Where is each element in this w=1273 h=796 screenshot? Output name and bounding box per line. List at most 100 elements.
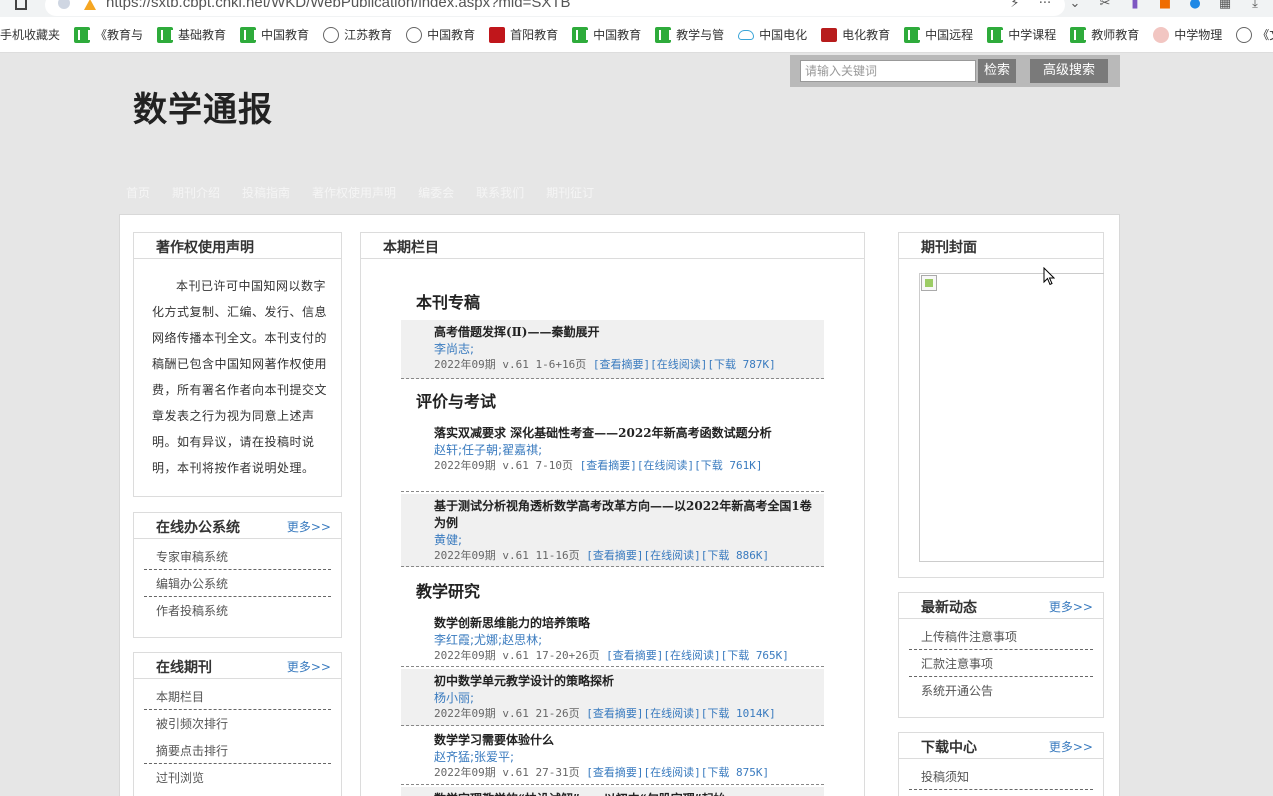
bookmark-label: 教师教育 [1091, 28, 1140, 42]
site-title: 数学通报 [133, 90, 273, 130]
cnki-favicon-icon [987, 26, 1004, 43]
cover-image[interactable] [919, 273, 1104, 562]
bookmark-label: 手机收藏夹 [0, 28, 61, 42]
cnki-favicon-icon [240, 26, 257, 43]
bookmark-item[interactable]: 教师教育 [1070, 26, 1139, 43]
article-authors[interactable]: 赵轩;任子朝;翟嘉祺; [434, 442, 824, 458]
article-title[interactable]: 初中数学单元教学设计的策略探析 [434, 669, 814, 690]
article-links[interactable]: [查看摘要][在线阅读][下载 886K] [586, 549, 769, 562]
nav-item[interactable]: 编委会 [418, 184, 454, 201]
article-title[interactable]: 落实双减要求 深化基础性考查——2022年新高考函数试题分析 [434, 421, 814, 442]
bookmark-item[interactable]: 《教育与 [74, 26, 143, 43]
panel-title: 下载中心 [921, 740, 977, 756]
article-authors[interactable]: 杨小丽; [434, 690, 824, 706]
office-link[interactable]: 作者投稿系统 [144, 597, 331, 624]
office-link[interactable]: 专家审稿系统 [144, 543, 331, 570]
article-title[interactable]: 数学定理教学的“扶设试解”——以初中“勾股定理”起始 [434, 787, 814, 796]
article-links[interactable]: [查看摘要][在线阅读][下载 787K] [593, 358, 776, 371]
news-link[interactable]: 上传稿件注意事项 [909, 623, 1093, 650]
bookmark-label: 电化教育 [842, 28, 891, 42]
journal-link[interactable]: 摘要点击排行 [144, 737, 331, 764]
bookmark-label: 中国教育 [427, 28, 476, 42]
article-title[interactable]: 基于测试分析视角透析数学高考改革方向——以2022年新高考全国1卷为例 [434, 494, 814, 532]
chrome-icon[interactable]: ● [1187, 0, 1203, 11]
article-authors[interactable]: 李红霞;尤娜;赵思林; [434, 632, 824, 648]
bookmark-item[interactable]: 首阳教育 [489, 26, 558, 43]
section-title: 教学研究 [416, 582, 481, 601]
globe-favicon-icon [1236, 26, 1253, 43]
issue-panel: 本期栏目 本刊专稿 高考借题发挥(Ⅱ)——秦勤展开 李尚志; 2022年09期 … [360, 232, 865, 796]
bookmark-label: 基础教育 [178, 28, 227, 42]
journal-link[interactable]: 被引频次排行 [144, 710, 331, 737]
cnki-favicon-icon [157, 26, 174, 43]
bookmark-label: 中国电化 [759, 28, 808, 42]
redbar-favicon-icon [821, 27, 838, 42]
office-link[interactable]: 编辑办公系统 [144, 570, 331, 597]
article-title[interactable]: 数学学习需要体验什么 [434, 728, 814, 749]
chevron-down-icon[interactable]: ⌄ [1067, 0, 1083, 11]
panel-title: 最新动态 [921, 600, 977, 616]
url-text[interactable]: https://sxtb.cbpt.cnki.net/WKD/WebPublic… [106, 0, 571, 11]
tab-icon[interactable] [15, 0, 27, 10]
article-title[interactable]: 高考借题发挥(Ⅱ)——秦勤展开 [434, 320, 814, 341]
bookmark-item[interactable]: 中国教育 [240, 26, 309, 43]
article-issue: 2022年09期 v.61 11-16页 [434, 549, 580, 562]
download-icon[interactable]: ⤓ [1247, 0, 1263, 11]
more-link[interactable]: 更多>> [287, 518, 331, 535]
news-link[interactable]: 系统开通公告 [909, 677, 1093, 704]
bookmark-item[interactable]: 中国电化 [738, 26, 807, 43]
bookmark-item[interactable]: 手机收藏夹 [0, 26, 60, 43]
lightning-icon[interactable]: ⚡ [1007, 0, 1023, 11]
bookmark-item[interactable]: 电化教育 [821, 26, 890, 43]
bookmark-item[interactable]: 中学课程 [987, 26, 1056, 43]
bookmark-item[interactable]: 中学物理 [1153, 26, 1222, 43]
journal-link[interactable]: 本期栏目 [144, 683, 331, 710]
journal-link[interactable]: 过刊浏览 [144, 764, 331, 791]
article-authors[interactable]: 赵齐猛;张爱平; [434, 749, 824, 765]
nav-item[interactable]: 期刊征订 [546, 184, 594, 201]
scissors-icon[interactable]: ✂ [1097, 0, 1113, 11]
nav-item[interactable]: 投稿指南 [242, 184, 290, 201]
bookmark-item[interactable]: 教学与管 [655, 26, 724, 43]
bookmark-item[interactable]: 江苏教育 [323, 26, 392, 43]
more-link[interactable]: 更多>> [287, 658, 331, 675]
extension-icon[interactable]: ▮ [1127, 0, 1143, 11]
more-link[interactable]: 更多>> [1049, 738, 1093, 755]
article-authors[interactable]: 黄健; [434, 532, 824, 548]
copyright-text: 本刊已许可中国知网以数字化方式复制、汇编、发行、信息网络传播本刊全文。本刊支付的… [152, 279, 328, 475]
warning-lock-icon[interactable] [83, 0, 97, 12]
bookmark-item[interactable]: 中国远程 [904, 26, 973, 43]
bookmark-item[interactable]: 中国教育 [406, 26, 475, 43]
advanced-search-button[interactable]: 高级搜索 [1030, 59, 1108, 83]
nav-item[interactable]: 期刊介绍 [172, 184, 220, 201]
search-button[interactable]: 检索 [978, 59, 1016, 83]
main-nav: 首页 期刊介绍 投稿指南 著作权使用声明 编委会 联系我们 期刊征订 [126, 184, 616, 201]
more-icon[interactable]: ··· [1037, 0, 1053, 11]
bookmark-item[interactable]: 基础教育 [157, 26, 226, 43]
nav-item[interactable]: 首页 [126, 184, 150, 201]
news-link[interactable]: 汇款注意事项 [909, 650, 1093, 677]
panel-title: 在线期刊 [156, 660, 212, 676]
article-links[interactable]: [查看摘要][在线阅读][下载 761K] [580, 459, 763, 472]
mouse-cursor-icon [1043, 267, 1055, 286]
article-links[interactable]: [查看摘要][在线阅读][下载 875K] [586, 766, 769, 779]
bookmark-item[interactable]: 中国教育 [572, 26, 641, 43]
article-item: 数学创新思维能力的培养策略 李红霞;尤娜;赵思林; 2022年09期 v.61 … [401, 611, 824, 667]
article-links[interactable]: [查看摘要][在线阅读][下载 1014K] [586, 707, 775, 720]
article-issue: 2022年09期 v.61 1-6+16页 [434, 358, 587, 371]
article-title[interactable]: 数学创新思维能力的培养策略 [434, 611, 814, 632]
apps-grid-icon[interactable]: ▦ [1217, 0, 1233, 11]
globe-favicon-icon [323, 26, 340, 43]
search-input[interactable]: 请输入关键词 [800, 60, 976, 82]
article-links[interactable]: [查看摘要][在线阅读][下载 765K] [606, 649, 789, 662]
browser-right-icons: ⚡ ··· ⌄ ✂ ▮ ■ ● ▦ ⤓ [1007, 0, 1263, 11]
bookmark-item[interactable]: 《文教资 [1236, 26, 1273, 43]
bookmark-app-icon[interactable]: ■ [1157, 0, 1173, 11]
article-authors[interactable]: 李尚志; [434, 341, 824, 357]
bookmark-label: 《教育与 [95, 28, 144, 42]
download-link[interactable]: 投稿须知 [909, 763, 1093, 790]
nav-item[interactable]: 著作权使用声明 [312, 184, 396, 201]
panel-title: 期刊封面 [921, 240, 977, 256]
more-link[interactable]: 更多>> [1049, 598, 1093, 615]
nav-item[interactable]: 联系我们 [476, 184, 524, 201]
